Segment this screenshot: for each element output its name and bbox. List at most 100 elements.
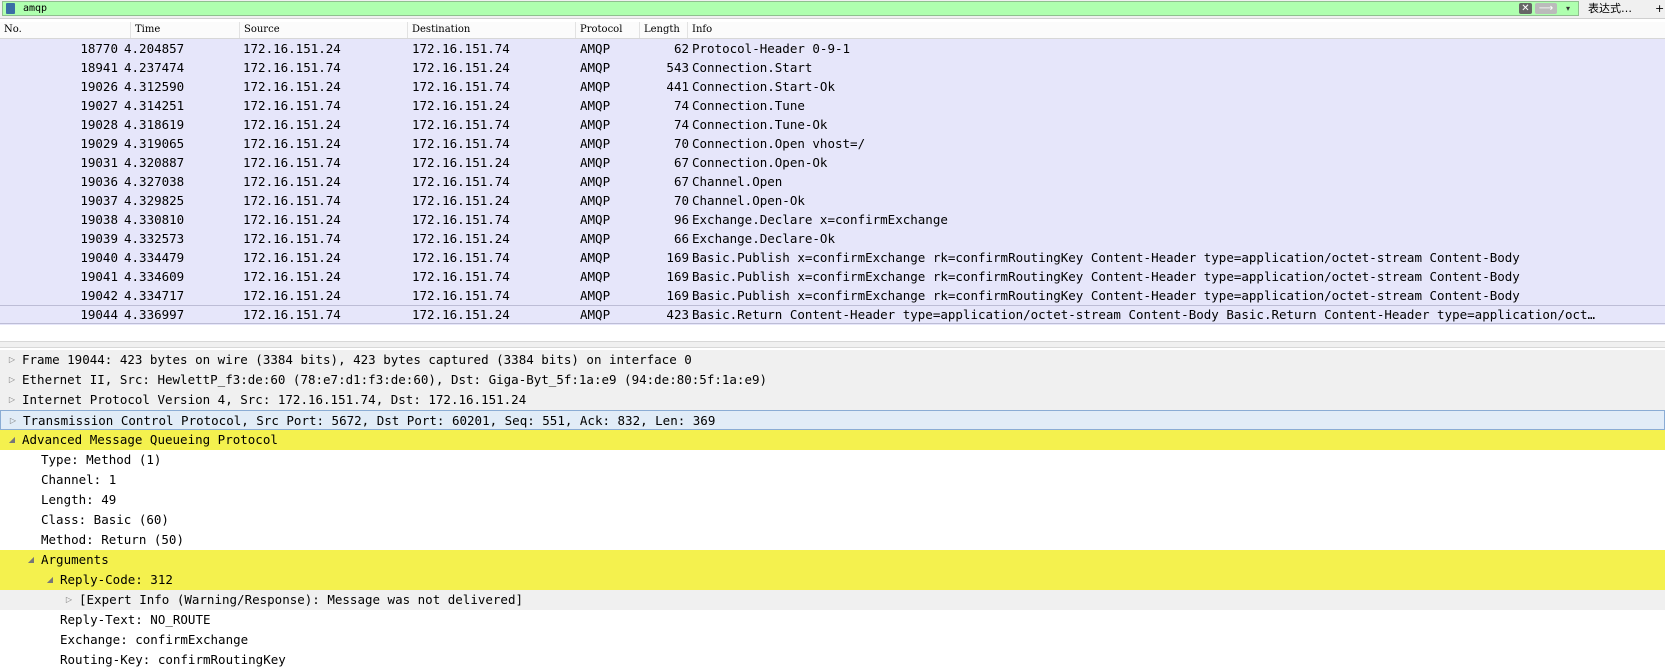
collapse-arrow-icon[interactable]: ◢ [26, 550, 36, 570]
packet-length: 70 [673, 193, 689, 208]
packet-row[interactable]: 19031 4.320887 172.16.151.74 172.16.151.24 A… [0, 153, 1665, 172]
detail-tree-item[interactable]: ▷ [Expert Info (Warning/Response): Messag… [0, 590, 1665, 610]
packet-row[interactable]: 19041 4.334609 172.16.151.24 172.16.151.74 A… [0, 267, 1665, 286]
packet-info: Basic.Publish x=confirmExchange rk=confi… [692, 288, 1520, 303]
display-filter-field[interactable]: ✕ ⟶ ▾ [2, 1, 1579, 16]
collapse-arrow-icon[interactable]: ◢ [7, 430, 17, 450]
collapse-arrow-icon[interactable]: ◢ [45, 570, 55, 590]
add-filter-button[interactable]: + [1655, 1, 1665, 16]
packet-row[interactable]: 18941 4.237474 172.16.151.74 172.16.151.24 A… [0, 58, 1665, 77]
packet-destination: 172.16.151.74 [412, 269, 510, 284]
packet-info: Connection.Tune [692, 98, 805, 113]
packet-row[interactable]: 19038 4.330810 172.16.151.24 172.16.151.74 A… [0, 210, 1665, 229]
packet-time: 4.204857 [124, 41, 185, 56]
packet-protocol: AMQP [580, 117, 611, 132]
expression-button[interactable]: 表达式… [1588, 1, 1632, 16]
detail-tree-item[interactable]: ▷ Frame 19044: 423 bytes on wire (3384 bi… [0, 350, 1665, 370]
expand-arrow-icon[interactable]: ▷ [7, 390, 17, 410]
packet-protocol: AMQP [580, 41, 611, 56]
detail-tree-item[interactable]: Exchange: confirmExchange [0, 630, 1665, 650]
detail-tree-item[interactable]: ◢ Arguments [0, 550, 1665, 570]
packet-source: 172.16.151.74 [243, 307, 341, 322]
packet-length: 66 [673, 231, 689, 246]
packet-source: 172.16.151.24 [243, 41, 341, 56]
apply-filter-icon[interactable]: ⟶ [1535, 3, 1557, 14]
packet-info: Connection.Tune-Ok [692, 117, 828, 132]
detail-tree-item[interactable]: Channel: 1 [0, 470, 1665, 490]
expand-arrow-icon[interactable]: ▷ [7, 370, 17, 390]
detail-item-text: Routing-Key: confirmRoutingKey [60, 652, 286, 667]
packet-protocol: AMQP [580, 307, 611, 322]
column-header-destination[interactable]: Destination [407, 22, 575, 38]
detail-tree-item[interactable]: ◢ Advanced Message Queueing Protocol [0, 430, 1665, 450]
detail-tree-item[interactable]: ▷ Transmission Control Protocol, Src Port… [0, 410, 1665, 430]
pane-splitter[interactable] [0, 341, 1665, 348]
packet-row[interactable]: 19028 4.318619 172.16.151.24 172.16.151.74 A… [0, 115, 1665, 134]
packet-row[interactable]: 19029 4.319065 172.16.151.24 172.16.151.74 A… [0, 134, 1665, 153]
packet-length: 74 [673, 98, 689, 113]
packet-info: Connection.Open-Ok [692, 155, 828, 170]
packet-row[interactable]: 18770 4.204857 172.16.151.24 172.16.151.74 A… [0, 39, 1665, 58]
filter-history-dropdown-icon[interactable]: ▾ [1561, 3, 1575, 14]
column-header-info[interactable]: Info [687, 22, 1665, 38]
packet-row[interactable]: 19039 4.332573 172.16.151.74 172.16.151.24 A… [0, 229, 1665, 248]
packet-protocol: AMQP [580, 231, 611, 246]
detail-tree-item[interactable]: Type: Method (1) [0, 450, 1665, 470]
packet-row[interactable]: 19040 4.334479 172.16.151.24 172.16.151.74 A… [0, 248, 1665, 267]
expand-arrow-icon[interactable]: ▷ [8, 411, 18, 431]
expand-arrow-icon[interactable]: ▷ [7, 350, 17, 370]
packet-destination: 172.16.151.24 [412, 193, 510, 208]
packet-row[interactable]: 19036 4.327038 172.16.151.24 172.16.151.74 A… [0, 172, 1665, 191]
packet-source: 172.16.151.24 [243, 117, 341, 132]
column-header-protocol[interactable]: Protocol [575, 22, 639, 38]
detail-tree-item[interactable]: Method: Return (50) [0, 530, 1665, 550]
detail-tree-item[interactable]: Reply-Text: NO_ROUTE [0, 610, 1665, 630]
packet-info: Connection.Start-Ok [692, 79, 835, 94]
detail-tree-item[interactable]: Length: 49 [0, 490, 1665, 510]
detail-item-text: Transmission Control Protocol, Src Port:… [23, 413, 716, 428]
packet-protocol: AMQP [580, 60, 611, 75]
packet-source: 172.16.151.24 [243, 212, 341, 227]
detail-tree-item[interactable]: Routing-Key: confirmRoutingKey [0, 650, 1665, 670]
packet-details-pane[interactable]: ▷ Frame 19044: 423 bytes on wire (3384 bi… [0, 350, 1665, 672]
packet-row[interactable]: 19026 4.312590 172.16.151.24 172.16.151.74 A… [0, 77, 1665, 96]
packet-row[interactable]: 19027 4.314251 172.16.151.74 172.16.151.24 A… [0, 96, 1665, 115]
clear-filter-icon[interactable]: ✕ [1519, 3, 1532, 14]
packet-length: 169 [666, 269, 689, 284]
bookmark-icon[interactable] [6, 3, 15, 14]
packet-length: 441 [666, 79, 689, 94]
packet-source: 172.16.151.24 [243, 174, 341, 189]
column-header-no[interactable]: No. [0, 22, 130, 38]
packet-length: 423 [666, 307, 689, 322]
packet-info: Connection.Start [692, 60, 813, 75]
packet-no: 19040 [80, 250, 118, 265]
packet-row[interactable]: 19044 4.336997 172.16.151.74 172.16.151.24 A… [0, 305, 1665, 324]
detail-tree-item[interactable]: ◢ Reply-Code: 312 [0, 570, 1665, 590]
packet-length: 74 [673, 117, 689, 132]
detail-item-text: Advanced Message Queueing Protocol [22, 432, 278, 447]
packet-row[interactable]: 19037 4.329825 172.16.151.74 172.16.151.24 A… [0, 191, 1665, 210]
packet-destination: 172.16.151.74 [412, 174, 510, 189]
packet-info: Exchange.Declare-Ok [692, 231, 835, 246]
packet-length: 67 [673, 174, 689, 189]
packet-time: 4.327038 [124, 174, 185, 189]
column-header-source[interactable]: Source [239, 22, 407, 38]
detail-tree-item[interactable]: Class: Basic (60) [0, 510, 1665, 530]
packet-no: 19027 [80, 98, 118, 113]
packet-row[interactable]: 19042 4.334717 172.16.151.24 172.16.151.74 A… [0, 286, 1665, 305]
display-filter-input[interactable] [23, 2, 1423, 15]
detail-tree-item[interactable]: ▷ Ethernet II, Src: HewlettP_f3:de:60 (78… [0, 370, 1665, 390]
detail-item-text: Arguments [41, 552, 109, 567]
packet-source: 172.16.151.24 [243, 269, 341, 284]
packet-length: 543 [666, 60, 689, 75]
detail-item-text: Reply-Text: NO_ROUTE [60, 612, 211, 627]
packet-no: 18941 [80, 60, 118, 75]
expand-arrow-icon[interactable]: ▷ [64, 590, 74, 610]
packet-list-pane[interactable]: No. Time Source Destination Protocol Len… [0, 22, 1665, 325]
detail-item-text: Exchange: confirmExchange [60, 632, 249, 647]
column-header-length[interactable]: Length [639, 22, 687, 38]
column-header-time[interactable]: Time [130, 22, 239, 38]
packet-protocol: AMQP [580, 250, 611, 265]
packet-time: 4.332573 [124, 231, 185, 246]
detail-tree-item[interactable]: ▷ Internet Protocol Version 4, Src: 172.1… [0, 390, 1665, 410]
